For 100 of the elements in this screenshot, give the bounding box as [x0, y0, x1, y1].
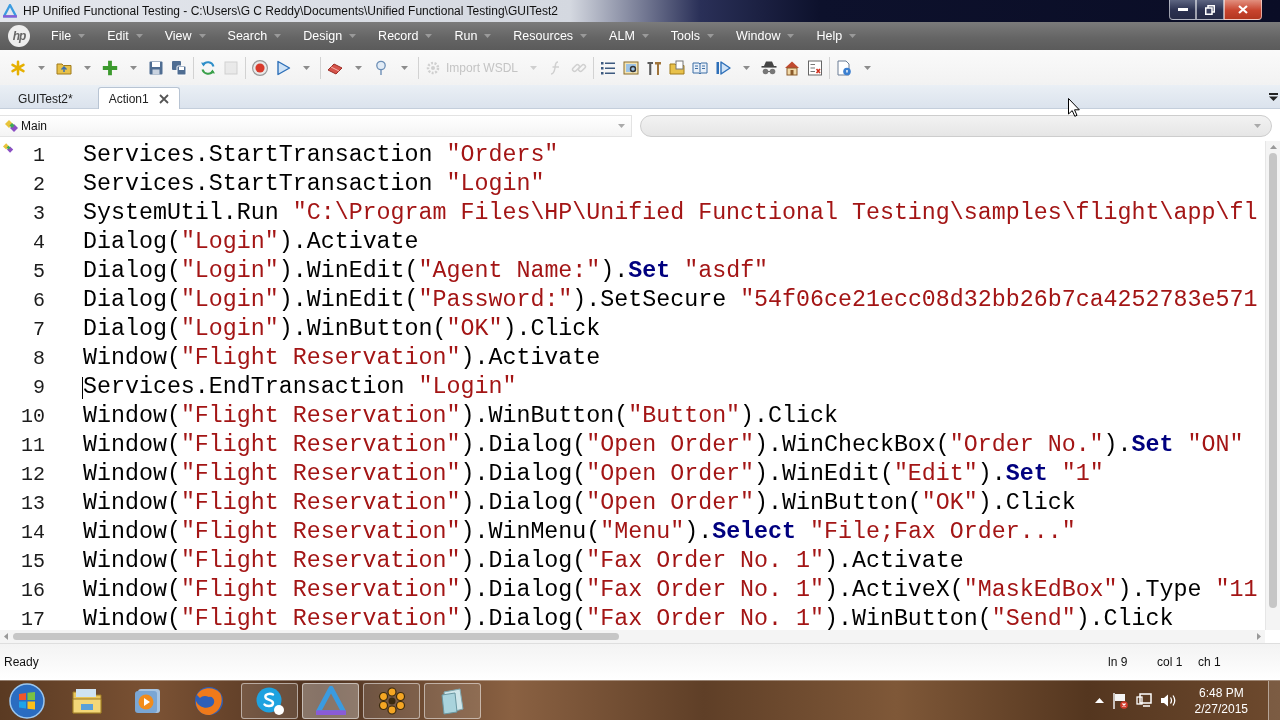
vertical-scrollbar[interactable]: [1265, 141, 1280, 630]
caret-icon: [580, 34, 588, 38]
caret-icon: [641, 34, 649, 38]
globe-icon: [193, 685, 224, 716]
caret-icon: [38, 65, 45, 70]
save-icon: [148, 59, 164, 76]
diamond-icon: [5, 120, 19, 132]
status-text: Ready: [4, 655, 39, 669]
code-line: SystemUtil.Run "C:\Program Files\HP\Unified Functional Testing\samples\flight\app\fl: [83, 199, 1258, 228]
square-icon: [223, 59, 239, 76]
caret-icon: [78, 34, 86, 38]
asterisk-icon: [10, 59, 26, 76]
clock-date: 2/27/2015: [1194, 700, 1248, 717]
caret-icon: [864, 65, 871, 70]
line-number: 3: [32, 202, 45, 225]
line-number: 17: [20, 608, 45, 630]
plus-icon: [102, 59, 118, 76]
close-icon: [158, 93, 169, 104]
image-icon: [623, 59, 639, 76]
caret-icon: [303, 65, 310, 70]
line-number: 15: [20, 550, 45, 573]
taskbar-button[interactable]: [363, 682, 420, 719]
caret-icon: [274, 34, 282, 38]
code-line: Window("Flight Reservation").Activate: [83, 344, 601, 373]
code-line: Dialog("Login").WinEdit("Password:").SetSecure "54f06ce21ecc08d32bb26b7ca4252783e571: [83, 286, 1258, 315]
triangle-icon: [315, 685, 346, 716]
menu-item[interactable]: Help: [805, 22, 868, 50]
menu-item[interactable]: ALM: [598, 22, 660, 50]
caret-icon: [743, 65, 750, 70]
line-number: 9: [32, 376, 45, 399]
menu-item[interactable]: Tools: [659, 22, 725, 50]
caret-icon: [618, 124, 625, 128]
code-line: Window("Flight Reservation").Dialog("Fax Order No. 1").Activate: [83, 547, 964, 576]
tray-button[interactable]: [1159, 693, 1177, 708]
tray-button[interactable]: [1094, 698, 1104, 703]
tray-button[interactable]: [1135, 693, 1152, 708]
close-icon: [1238, 5, 1248, 14]
taskbar-button[interactable]: [241, 682, 298, 719]
speaker-icon: [1159, 693, 1177, 708]
caret-icon: [198, 34, 206, 38]
scrollbar-thumb[interactable]: [13, 633, 619, 640]
action-dropdown[interactable]: Main: [0, 115, 632, 137]
caret-icon: [1254, 124, 1261, 128]
skip-icon: [715, 59, 731, 76]
flag-icon: [1111, 692, 1128, 709]
minimize-icon: [1177, 8, 1188, 11]
restore-button[interactable]: [1196, 0, 1224, 20]
caret-icon: [84, 65, 91, 70]
line-number: 5: [32, 260, 45, 283]
tools-icon: [646, 59, 662, 76]
line-number: 13: [20, 492, 45, 515]
horizontal-scrollbar[interactable]: [0, 630, 1265, 643]
minimize-button[interactable]: [1169, 0, 1196, 20]
line-number: 2: [32, 173, 45, 196]
checklist-icon: [807, 59, 823, 76]
code-line: Services.StartTransaction "Login": [83, 170, 545, 199]
menu-item[interactable]: Resources: [502, 22, 599, 50]
show-desktop-button[interactable]: [1268, 681, 1280, 720]
folder-icon: [71, 687, 102, 714]
code-line: Window("Flight Reservation").Dialog("Open Order").WinButton("OK").Click: [83, 489, 1076, 518]
menu-item[interactable]: Design: [292, 22, 368, 50]
dropdown-field[interactable]: [640, 115, 1272, 137]
left-arrow-icon: [4, 633, 8, 640]
caret-icon: [135, 34, 143, 38]
book-icon: [692, 59, 708, 76]
taskbar-button[interactable]: [302, 682, 359, 719]
taskbar-button[interactable]: [424, 682, 481, 719]
menu-item[interactable]: Record: [367, 22, 444, 50]
tab[interactable]: Action1: [97, 87, 180, 109]
char-indicator: ch 1: [1198, 655, 1218, 669]
caret-icon: [787, 34, 795, 38]
menu-item[interactable]: Edit: [96, 22, 154, 50]
code-line: Dialog("Login").WinEdit("Agent Name:").Set "asdf": [83, 257, 769, 286]
menu-item[interactable]: File: [40, 22, 97, 50]
code-line: Window("Flight Reservation").WinButton("Button").Click: [83, 402, 838, 431]
house-icon: [784, 59, 800, 76]
restore-icon: [1205, 4, 1215, 15]
network-icon: [1135, 693, 1152, 708]
scrollbar-thumb[interactable]: [1269, 153, 1277, 608]
tab[interactable]: GUITest2*: [1, 87, 84, 109]
refresh-icon: [200, 59, 216, 76]
dropdown-icon: [1269, 92, 1278, 101]
menu-item[interactable]: Window: [725, 22, 806, 50]
menu-item[interactable]: View: [153, 22, 217, 50]
tray-button[interactable]: [1111, 692, 1128, 709]
menu-item[interactable]: Run: [443, 22, 503, 50]
up-arrow-icon: [1269, 145, 1277, 149]
menu-item[interactable]: Search: [216, 22, 293, 50]
code-line: Window("Flight Reservation").Dialog("Open Order").WinEdit("Edit").Set "1": [83, 460, 1104, 489]
close-button[interactable]: [1224, 0, 1262, 20]
spy-icon: [761, 59, 777, 76]
clock-time: 6:48 PM: [1198, 684, 1244, 701]
play-icon: [133, 686, 162, 715]
caret-icon: [849, 34, 857, 38]
windows-logo-icon: [9, 682, 45, 719]
code-line: Dialog("Login").Activate: [83, 228, 419, 257]
flower-icon: [377, 686, 406, 715]
caret-icon: [355, 65, 362, 70]
caret-icon: [484, 34, 492, 38]
diamond-icon: [3, 143, 14, 153]
